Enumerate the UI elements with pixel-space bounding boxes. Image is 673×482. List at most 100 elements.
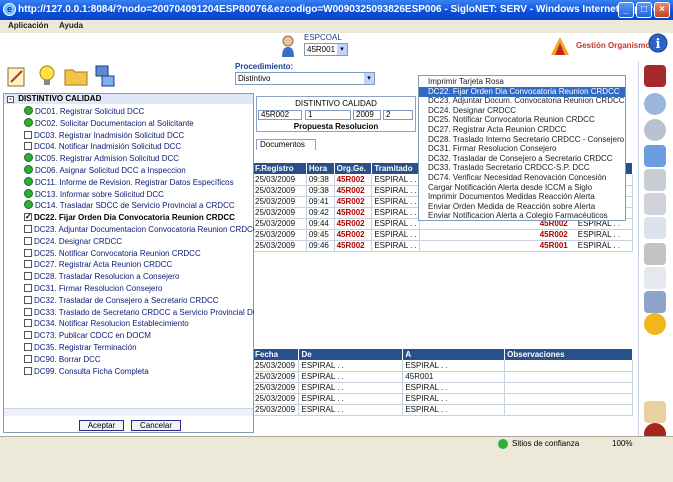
distintivo-field-1[interactable]: 45R002: [258, 110, 302, 120]
letter-a-icon[interactable]: [644, 291, 666, 313]
tree-item[interactable]: DC28. Trasladar Resolucion a Consejero: [24, 271, 254, 282]
checkbox[interactable]: [24, 142, 32, 151]
dropdown-item[interactable]: DC31. Firmar Resolucion Consejero: [419, 144, 625, 154]
dropdown-item[interactable]: DC33. Traslado Secretario CRDCC-S.P. DCC: [419, 163, 625, 173]
col-hora[interactable]: Hora: [306, 163, 335, 174]
accept-button[interactable]: Aceptar: [79, 420, 124, 431]
dropdown-item[interactable]: DC24. Designar CRDCC: [419, 106, 625, 116]
dropdown-item[interactable]: Imprimir Documentos Medidas Reacción Ale…: [419, 192, 625, 202]
col-orgge[interactable]: Org.Ge.: [334, 163, 373, 174]
tree-item[interactable]: DC22. Fijar Orden Dia Convocatoria Reuni…: [24, 212, 254, 223]
tab-documentos[interactable]: Documentos: [256, 139, 316, 150]
table-row[interactable]: 25/03/2009 09:46 45R002 ESPIRAL . . 45R001 ES…: [253, 240, 634, 252]
col-fregistro[interactable]: F.Registro: [253, 163, 307, 174]
magnifier-icon[interactable]: [644, 93, 666, 115]
tree-item[interactable]: DC03. Registrar Inadmisión Solicitud DCC: [24, 130, 254, 141]
maximize-button[interactable]: □: [636, 2, 652, 18]
tree-item[interactable]: DC13. Informar sobre Solicitud DCC: [24, 188, 254, 200]
dropdown-item[interactable]: DC74. Verificar Necesidad Renovación Con…: [419, 173, 625, 183]
checkbox[interactable]: [24, 284, 32, 292]
table-row[interactable]: 25/03/2009 ESPIRAL . . 45R001: [253, 371, 633, 383]
checkbox[interactable]: [24, 248, 32, 257]
dropdown-item[interactable]: Enviar Orden Medida de Reacción sobre Al…: [419, 202, 625, 212]
tree-item[interactable]: DC01. Registrar Solicitud DCC: [24, 106, 254, 117]
table-row[interactable]: 25/03/2009 ESPIRAL . . ESPIRAL . .: [253, 360, 633, 372]
dropdown-item[interactable]: DC22. Fijar Orden Dia Convocatoria Reuni…: [419, 86, 625, 97]
tree-item[interactable]: DC33. Traslado de Secretario CRDCC a Ser…: [24, 307, 254, 318]
tree-item[interactable]: DC99. Consulta Ficha Completa: [24, 366, 254, 377]
checkbox[interactable]: [24, 331, 32, 340]
tree-item[interactable]: DC90. Borrar DCC: [24, 354, 254, 365]
col-fecha[interactable]: Fecha: [253, 349, 300, 360]
tree-item[interactable]: DC24. Designar CRDCC: [24, 236, 254, 247]
info-icon[interactable]: i: [648, 33, 668, 55]
minimize-button[interactable]: _: [618, 2, 634, 18]
tree-item[interactable]: DC11. Informe de Revision. Registrar Dat…: [24, 176, 254, 188]
back-arrow-icon[interactable]: [644, 119, 666, 141]
tree-item[interactable]: DC06. Asignar Solicitud DCC a Inspeccion: [24, 165, 254, 176]
computer-network-icon[interactable]: [94, 64, 116, 88]
tree-item[interactable]: DC05. Registrar Admision Solicitud DCC: [24, 153, 254, 164]
espcoal-select[interactable]: 45R001 ▾: [304, 43, 348, 56]
table-row[interactable]: 25/03/2009 09:45 45R002 ESPIRAL . . 45R002 ES…: [253, 229, 634, 241]
tree-item[interactable]: DC32. Trasladar de Consejero a Secretari…: [24, 295, 254, 306]
checkbox[interactable]: [24, 295, 32, 304]
pages-icon[interactable]: [644, 145, 666, 167]
distintivo-field-4[interactable]: 2: [383, 110, 413, 120]
tree-item[interactable]: DC31. Firmar Resolucion Consejero: [24, 283, 254, 294]
checkbox[interactable]: [24, 307, 32, 316]
brush-icon[interactable]: [644, 401, 666, 423]
lightbulb-icon[interactable]: [36, 64, 58, 88]
distintivo-field-3[interactable]: 2009: [353, 110, 381, 120]
tree-item[interactable]: DC23. Adjuntar Documentacion Convocatori…: [24, 224, 254, 235]
book-icon[interactable]: [644, 65, 666, 87]
done-icon[interactable]: [24, 106, 33, 115]
checkbox[interactable]: [24, 354, 32, 363]
tree-item[interactable]: DC73. Publicar CDCC en DOCM: [24, 330, 254, 341]
table-row[interactable]: 25/03/2009 ESPIRAL . . ESPIRAL . .: [253, 404, 633, 416]
scan-icon[interactable]: [644, 217, 666, 239]
tree-item[interactable]: DC14. Trasladar SDCC de Servicio Provinc…: [24, 200, 254, 211]
tree-root[interactable]: - DISTINTIVO CALIDAD: [4, 94, 253, 104]
done-icon[interactable]: [24, 117, 33, 127]
tree-item[interactable]: DC34. Notificar Resolucion Establecimien…: [24, 318, 254, 329]
table-row[interactable]: 25/03/2009 ESPIRAL . . ESPIRAL . .: [253, 393, 633, 405]
cancel-button[interactable]: Cancelar: [131, 420, 181, 431]
dropdown-item[interactable]: Enviar Notificacion Alerta a Colegio Far…: [419, 211, 625, 221]
edit-document-icon[interactable]: [6, 66, 28, 88]
done-icon[interactable]: [24, 188, 33, 198]
dropdown-item[interactable]: DC25. Notificar Convocatoria Reunion CRD…: [419, 115, 625, 125]
paperclip-icon[interactable]: [644, 267, 666, 289]
tree-item[interactable]: DC35. Registrar Terminación: [24, 342, 254, 353]
distintivo-field-2[interactable]: 1: [305, 110, 351, 120]
checkbox[interactable]: [24, 319, 32, 328]
stack-icon[interactable]: [644, 169, 666, 191]
col-tramitado[interactable]: Tramitado: [371, 163, 420, 174]
col-de[interactable]: De: [298, 349, 404, 360]
tree-item[interactable]: DC27. Registrar Acta Reunion CRDCC: [24, 259, 254, 270]
close-button[interactable]: ×: [654, 2, 670, 18]
done-icon[interactable]: [24, 176, 33, 186]
chevron-down-icon[interactable]: ▾: [364, 73, 374, 84]
tree-item[interactable]: DC02. Solicitar Documentacion al Solicit…: [24, 117, 254, 129]
collapse-icon[interactable]: -: [7, 96, 14, 103]
checkbox[interactable]: [24, 272, 32, 281]
dropdown-item[interactable]: Cargar Notificación Alerta desde ICCM a …: [419, 183, 625, 193]
folder-icon[interactable]: [64, 66, 88, 86]
menu-ayuda[interactable]: Ayuda: [59, 20, 83, 32]
table-row[interactable]: 25/03/2009 ESPIRAL . . ESPIRAL . .: [253, 382, 633, 394]
dropdown-item[interactable]: DC23. Adjuntar Docum. Convocatoria Reuni…: [419, 96, 625, 106]
zoom-label[interactable]: 100%: [612, 439, 632, 448]
documents-icon[interactable]: [644, 193, 666, 215]
checkbox[interactable]: [24, 130, 32, 139]
checkbox[interactable]: [24, 343, 32, 351]
done-icon[interactable]: [24, 200, 33, 210]
printer-icon[interactable]: [644, 243, 666, 265]
col-a[interactable]: A: [402, 349, 506, 360]
chevron-down-icon[interactable]: ▾: [337, 44, 347, 55]
tree-item[interactable]: DC25. Notificar Convocatoria Reunion CRD…: [24, 248, 254, 259]
dropdown-item[interactable]: Imprimir Tarjeta Rosa: [419, 77, 625, 87]
done-icon[interactable]: [24, 165, 33, 174]
dropdown-item[interactable]: DC28. Traslado Interno Secretario CRDCC …: [419, 135, 625, 145]
checkbox[interactable]: [24, 236, 32, 245]
